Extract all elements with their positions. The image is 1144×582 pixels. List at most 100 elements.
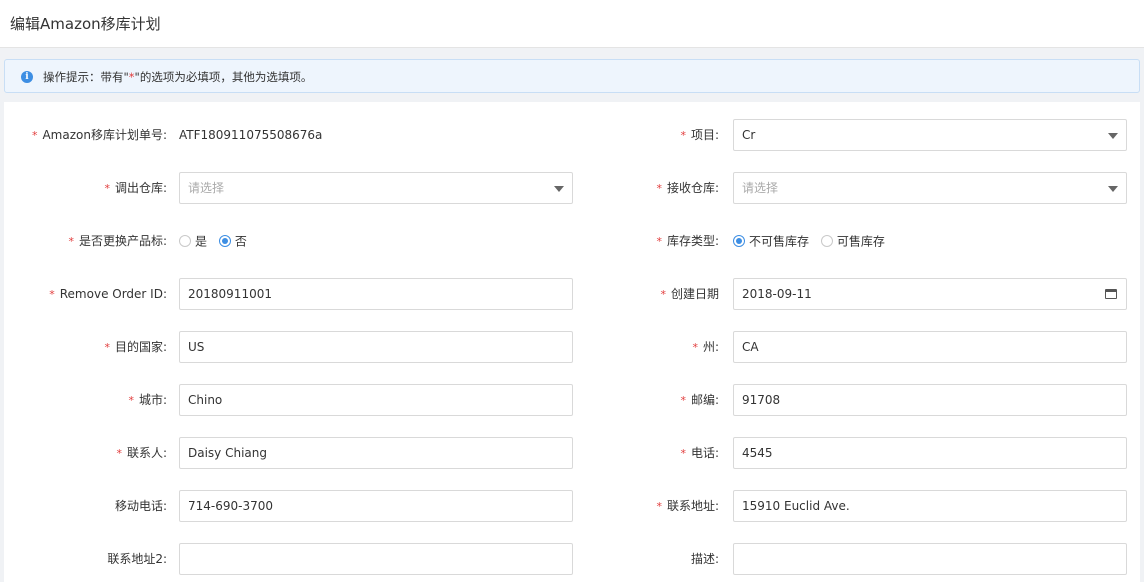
required-mark: * <box>49 288 55 301</box>
description-label: 描述: <box>690 552 719 566</box>
project-label-text: 项目: <box>690 128 719 142</box>
contact-label: * 联系人: <box>4 437 167 469</box>
required-mark: * <box>680 447 686 460</box>
replace-label-label: * 是否更换产品标: <box>4 225 167 257</box>
zip-input[interactable]: 91708 <box>733 384 1127 416</box>
required-mark: * <box>128 394 134 407</box>
form-row-1: * Amazon移库计划单号: ATF180911075508676a * 项目: … <box>4 119 1140 151</box>
required-mark: * <box>660 288 666 301</box>
in-warehouse-select[interactable]: 请选择 <box>733 172 1127 204</box>
phone-label-text: 电话: <box>690 446 719 460</box>
required-mark: * <box>104 341 110 354</box>
project-label: * 项目: <box>559 119 719 151</box>
form-row-5: * 目的国家: US * 州: CA <box>4 331 1140 363</box>
create-date-input[interactable]: 2018-09-11 <box>733 278 1127 310</box>
remove-order-id-label: * Remove Order ID: <box>4 278 167 310</box>
required-mark: * <box>656 235 662 248</box>
state-input[interactable]: CA <box>733 331 1127 363</box>
in-warehouse-label: * 接收仓库: <box>559 172 719 204</box>
required-mark: * <box>680 129 686 142</box>
state-label-text: 州: <box>702 340 719 354</box>
notice-text: 操作提示：带有"*"的选项为必填项，其他为选填项。 <box>43 69 312 85</box>
radio-label: 不可售库存 <box>749 234 810 249</box>
info-icon: i <box>21 71 33 83</box>
out-warehouse-placeholder: 请选择 <box>188 181 225 195</box>
remove-order-id-input[interactable]: 20180911001 <box>179 278 573 310</box>
out-warehouse-label: * 调出仓库: <box>4 172 167 204</box>
city-label-text: 城市: <box>138 393 167 407</box>
radio-label: 否 <box>234 234 247 249</box>
notice-bar: i 操作提示：带有"*"的选项为必填项，其他为选填项。 <box>4 59 1140 93</box>
address-label: * 联系地址: <box>559 490 719 522</box>
replace-label-label-text: 是否更换产品标: <box>78 234 167 248</box>
plan-no-label-text: Amazon移库计划单号: <box>42 128 167 142</box>
form-row-6: * 城市: Chino * 邮编: 91708 <box>4 384 1140 416</box>
city-label: * 城市: <box>4 384 167 416</box>
inventory-type-radio-unsellable[interactable]: 不可售库存 <box>733 225 809 258</box>
zip-label: * 邮编: <box>559 384 719 416</box>
address2-label: 联系地址2: <box>107 552 167 566</box>
page-title: 编辑Amazon移库计划 <box>10 15 161 33</box>
contact-input[interactable]: Daisy Chiang <box>179 437 573 469</box>
form-row-9: 联系地址2: 描述: <box>4 543 1140 575</box>
out-warehouse-select[interactable]: 请选择 <box>179 172 573 204</box>
project-select[interactable]: Cr <box>733 119 1127 151</box>
form-row-3: * 是否更换产品标: 是 否 * 库存类型: 不可售库存 可售库存 <box>4 225 1140 257</box>
replace-label-radio-yes[interactable]: 是 <box>179 225 207 258</box>
city-input[interactable]: Chino <box>179 384 573 416</box>
required-mark: * <box>692 341 698 354</box>
notice-prefix: 操作提示：带有" <box>43 70 129 84</box>
create-date-label: * 创建日期 <box>559 278 719 310</box>
required-mark: * <box>116 447 122 460</box>
required-mark: * <box>31 129 38 142</box>
country-label: * 目的国家: <box>4 331 167 363</box>
remove-order-id-label-text: Remove Order ID: <box>59 287 167 301</box>
radio-circle-checked <box>733 234 745 247</box>
replace-label-radio-group: 是 否 <box>179 225 255 257</box>
form-row-8: 移动电话: 714-690-3700 * 联系地址: 15910 Euclid A… <box>4 490 1140 522</box>
country-label-text: 目的国家: <box>114 340 167 354</box>
plan-no-value: ATF180911075508676a <box>179 128 323 142</box>
address-label-text: 联系地址: <box>666 499 719 513</box>
form-row-2: * 调出仓库: 请选择 * 接收仓库: 请选择 <box>4 172 1140 204</box>
form-row-7: * 联系人: Daisy Chiang * 电话: 4545 <box>4 437 1140 469</box>
required-mark: * <box>656 500 662 513</box>
radio-circle-checked <box>218 234 231 247</box>
address2-input[interactable] <box>179 543 573 575</box>
inventory-type-radio-group: 不可售库存 可售库存 <box>733 225 893 257</box>
chevron-down-icon <box>1108 133 1118 139</box>
address-input[interactable]: 15910 Euclid Ave. <box>733 490 1127 522</box>
inventory-type-label-text: 库存类型: <box>666 234 719 248</box>
required-mark: * <box>680 394 686 407</box>
replace-label-radio-no[interactable]: 否 <box>218 225 247 258</box>
chevron-down-icon <box>1108 186 1118 192</box>
radio-circle <box>179 234 191 247</box>
in-warehouse-label-text: 接收仓库: <box>666 181 719 195</box>
radio-label: 可售库存 <box>836 234 885 249</box>
create-date-value: 2018-09-11 <box>742 287 812 301</box>
plan-no-label: * Amazon移库计划单号: <box>4 119 167 151</box>
country-input[interactable]: US <box>179 331 573 363</box>
project-select-value: Cr <box>742 128 756 142</box>
edit-form: * Amazon移库计划单号: ATF180911075508676a * 项目: … <box>4 102 1140 582</box>
radio-circle <box>820 234 833 247</box>
required-mark: * <box>656 182 662 195</box>
required-mark: * <box>68 235 74 248</box>
mobile-input[interactable]: 714-690-3700 <box>179 490 573 522</box>
description-textarea[interactable] <box>733 543 1127 575</box>
radio-label: 是 <box>195 234 208 249</box>
form-row-4: * Remove Order ID: 20180911001 * 创建日期 2018… <box>4 278 1140 310</box>
zip-label-text: 邮编: <box>690 393 719 407</box>
inventory-type-label: * 库存类型: <box>559 225 719 257</box>
required-mark: * <box>104 182 110 195</box>
in-warehouse-placeholder: 请选择 <box>742 181 779 195</box>
state-label: * 州: <box>559 331 719 363</box>
mobile-label: 移动电话: <box>114 499 167 513</box>
page-header: 编辑Amazon移库计划 <box>0 0 1144 48</box>
contact-label-text: 联系人: <box>126 446 167 460</box>
notice-suffix: "的选项为必填项，其他为选填项。 <box>134 70 313 84</box>
calendar-icon[interactable] <box>1105 289 1117 299</box>
phone-input[interactable]: 4545 <box>733 437 1127 469</box>
create-date-label-text: 创建日期 <box>670 287 719 301</box>
inventory-type-radio-sellable[interactable]: 可售库存 <box>820 225 885 258</box>
